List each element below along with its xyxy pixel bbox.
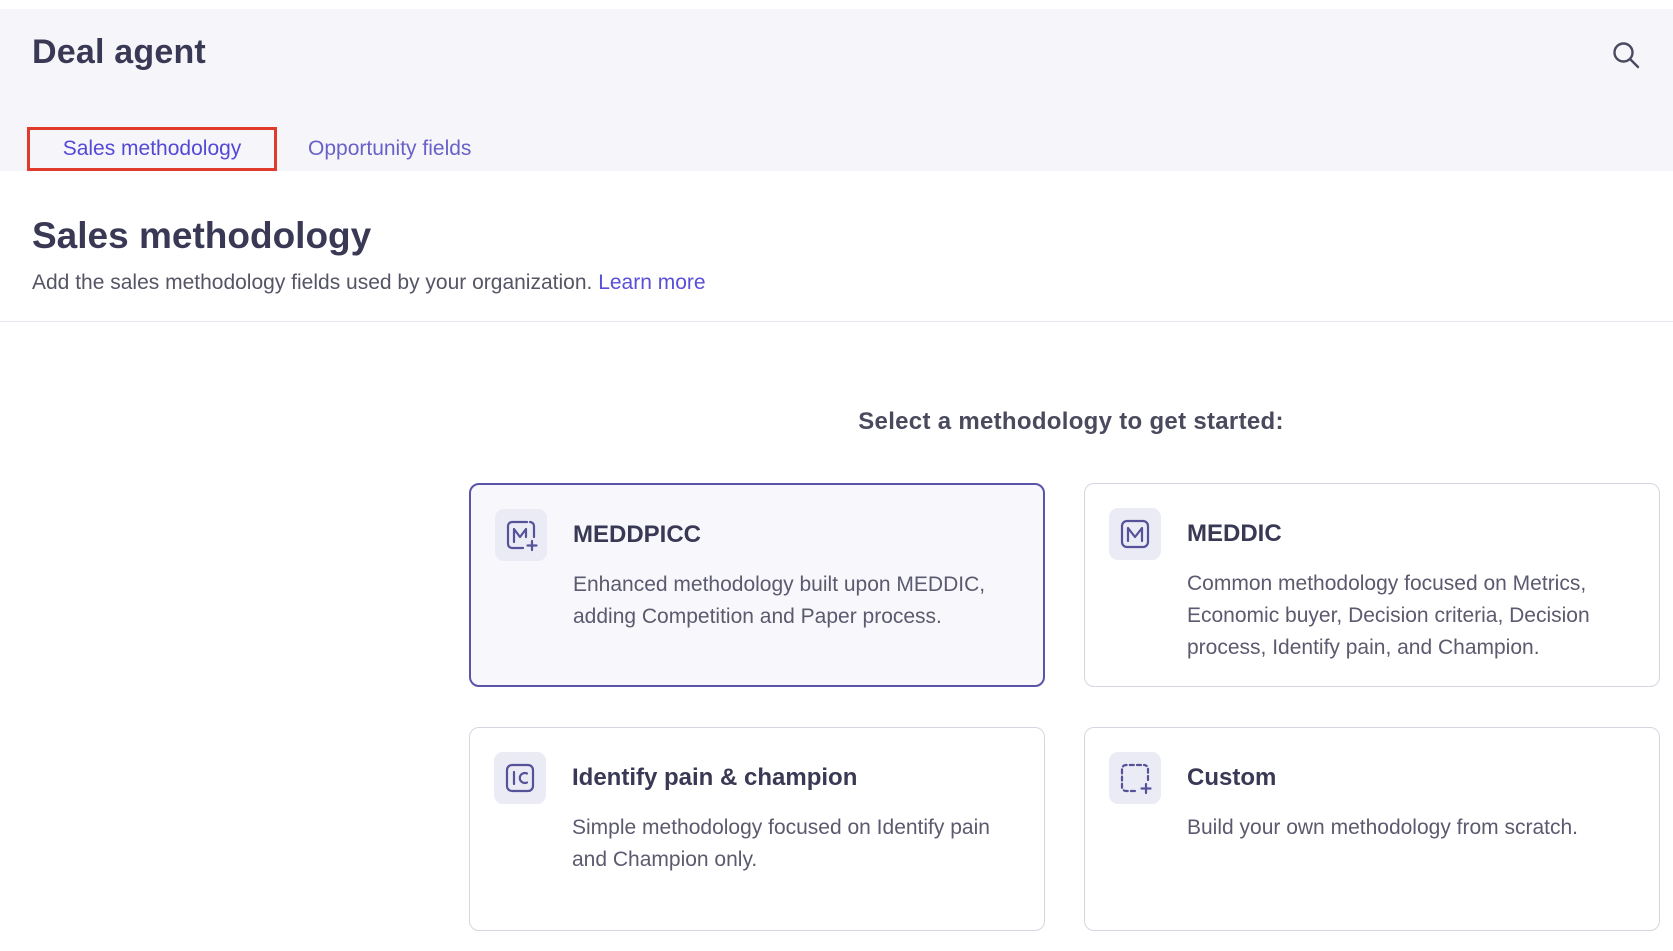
learn-more-link[interactable]: Learn more (598, 271, 705, 294)
card-title: Custom (1187, 764, 1277, 791)
section-title: Sales methodology (32, 215, 372, 256)
methodology-card-custom[interactable]: Custom Build your own methodology from s… (1084, 727, 1660, 931)
card-title: Identify pain & champion (572, 764, 858, 791)
section-header: Sales methodology Add the sales methodol… (0, 171, 1673, 322)
card-description: Enhanced methodology built upon MEDDIC, … (573, 573, 986, 628)
card-title: MEDDIC (1187, 520, 1282, 547)
card-description: Simple methodology focused on Identify p… (572, 816, 990, 871)
app-title: Deal agent (32, 33, 206, 71)
section-description: Add the sales methodology fields used by… (32, 271, 706, 295)
identify-pain-champion-icon (494, 752, 546, 804)
meddpicc-icon (495, 509, 547, 561)
section-description-text: Add the sales methodology fields used by… (32, 271, 593, 294)
card-description: Build your own methodology from scratch. (1187, 816, 1579, 839)
search-icon (1613, 42, 1640, 69)
tab-sales-methodology[interactable]: Sales methodology (27, 127, 277, 171)
search-button[interactable] (1610, 39, 1642, 71)
meddic-icon (1109, 508, 1161, 560)
tab-label: Opportunity fields (308, 137, 472, 160)
card-title: MEDDPICC (573, 521, 702, 548)
methodology-card-meddpicc[interactable]: MEDDPICC Enhanced methodology built upon… (469, 483, 1045, 687)
methodology-card-identify-pain-champion[interactable]: Identify pain & champion Simple methodol… (469, 727, 1045, 931)
custom-icon (1109, 752, 1161, 804)
top-strip (0, 0, 1673, 9)
app-header: Deal agent Sales methodology Opportunity… (0, 9, 1673, 171)
methodology-prompt: Select a methodology to get started: (858, 408, 1284, 435)
tab-label: Sales methodology (62, 137, 242, 160)
methodology-card-meddic[interactable]: MEDDIC Common methodology focused on Met… (1084, 483, 1660, 687)
card-description: Common methodology focused on Metrics, E… (1187, 572, 1590, 659)
tab-opportunity-fields[interactable]: Opportunity fields (290, 127, 510, 171)
